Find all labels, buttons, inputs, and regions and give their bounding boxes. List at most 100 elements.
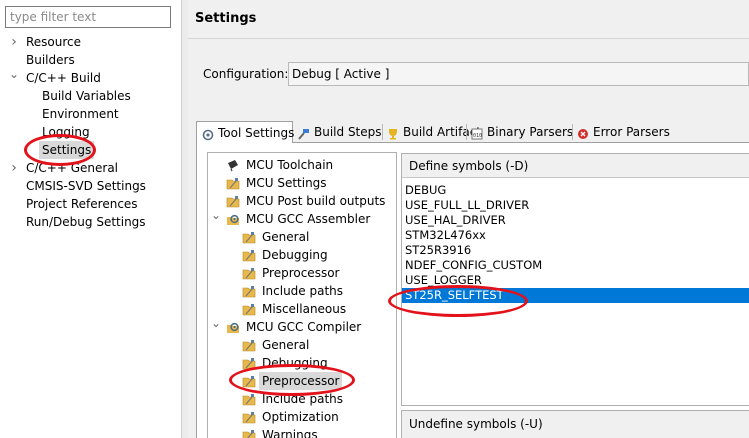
title-divider xyxy=(188,38,749,39)
tool-item-include-paths[interactable]: Include paths xyxy=(208,282,396,300)
tool-item-label: Preprocessor xyxy=(259,372,343,390)
define-symbol-item[interactable]: NDEF_CONFIG_CUSTOM xyxy=(402,258,749,273)
option-folder-icon xyxy=(242,338,256,352)
chevron-right-icon[interactable]: › xyxy=(9,33,19,51)
tool-item-label: Preprocessor xyxy=(262,266,340,280)
tool-item-preprocessor[interactable]: Preprocessor xyxy=(208,372,396,390)
nav-item-c-c-general[interactable]: › C/C++ General xyxy=(0,159,181,177)
nav-item-run-debug-settings[interactable]: Run/Debug Settings xyxy=(0,213,181,231)
tool-item-label: MCU Toolchain xyxy=(246,158,334,172)
tab-separator xyxy=(572,124,573,140)
chevron-down-icon[interactable]: ⌄ xyxy=(211,314,221,332)
option-folder-icon xyxy=(242,428,256,438)
define-symbol-item[interactable]: STM32L476xx xyxy=(402,228,749,243)
undefine-symbols-header: Undefine symbols (-U) xyxy=(401,410,749,438)
option-folder-icon xyxy=(242,392,256,406)
define-symbol-item[interactable]: USE_FULL_LL_DRIVER xyxy=(402,198,749,213)
configuration-label: Configuration: xyxy=(203,67,289,81)
configuration-select[interactable]: Debug [ Active ] xyxy=(288,62,749,86)
tool-item-optimization[interactable]: Optimization xyxy=(208,408,396,426)
define-symbol-item[interactable]: ST25R_SELFTEST xyxy=(402,288,749,303)
properties-navigation-panel: › Resource Builders ⌄ C/C++ Build Build Varia… xyxy=(0,0,181,438)
tool-item-warnings[interactable]: Warnings xyxy=(208,426,396,438)
build-steps-icon xyxy=(298,126,310,140)
tab-build-artifact[interactable]: Build Artifact xyxy=(382,121,481,143)
nav-item-label: C/C++ Build xyxy=(26,71,101,85)
define-symbol-item[interactable]: USE_LOGGER xyxy=(402,273,749,288)
build-artifact-icon xyxy=(387,126,399,140)
filter-input[interactable] xyxy=(5,6,171,28)
tool-item-label: MCU Settings xyxy=(246,176,327,190)
nav-item-resource[interactable]: › Resource xyxy=(0,33,181,51)
option-folder-icon xyxy=(242,374,256,388)
tool-item-preprocessor[interactable]: Preprocessor xyxy=(208,264,396,282)
tool-item-label: MCU GCC Compiler xyxy=(246,320,362,334)
tool-item-mcu-settings[interactable]: MCU Settings xyxy=(208,174,396,192)
tool-item-label: Include paths xyxy=(262,284,344,298)
define-symbols-list: DEBUG USE_FULL_LL_DRIVER USE_HAL_DRIVER STM… xyxy=(402,183,749,303)
tab-binary-parsers[interactable]: 010 Binary Parsers xyxy=(466,121,574,143)
tool-item-label: Debugging xyxy=(262,356,328,370)
tab-label: Binary Parsers xyxy=(487,125,574,139)
tool-item-label: MCU Post build outputs xyxy=(246,194,386,208)
tool-item-mcu-toolchain[interactable]: MCU Toolchain xyxy=(208,156,396,174)
nav-item-label: Logging xyxy=(42,125,90,139)
tab-error-parsers[interactable]: Error Parsers xyxy=(572,121,673,143)
nav-item-environment[interactable]: Environment xyxy=(0,105,181,123)
settings-tabbar: Tool Settings Build Steps Build Artifact 01… xyxy=(196,121,749,144)
option-folder-icon xyxy=(226,194,240,208)
define-symbol-item[interactable]: USE_HAL_DRIVER xyxy=(402,213,749,228)
tool-item-debugging[interactable]: Debugging xyxy=(208,354,396,372)
tool-item-mcu-gcc-assembler[interactable]: ⌄ MCU GCC Assembler xyxy=(208,208,396,228)
option-folder-icon xyxy=(242,356,256,370)
define-symbols-header: Define symbols (-D) xyxy=(402,154,749,178)
svg-text:010: 010 xyxy=(473,133,482,139)
option-folder-icon xyxy=(242,230,256,244)
option-folder-icon xyxy=(226,176,240,190)
tool-item-debugging[interactable]: Debugging xyxy=(208,246,396,264)
panel-splitter[interactable] xyxy=(181,0,188,438)
nav-item-build-variables[interactable]: Build Variables xyxy=(0,87,181,105)
error-parsers-icon xyxy=(577,126,589,139)
option-folder-icon xyxy=(242,248,256,262)
chevron-down-icon[interactable]: ⌄ xyxy=(9,65,19,83)
nav-item-label: Environment xyxy=(42,107,119,121)
tool-item-label: Miscellaneous xyxy=(262,302,347,316)
nav-item-settings[interactable]: Settings xyxy=(0,141,181,159)
binary-parsers-icon: 010 xyxy=(471,126,483,140)
nav-item-label: C/C++ General xyxy=(26,161,119,175)
tab-separator xyxy=(466,124,467,140)
chevron-down-icon[interactable]: ⌄ xyxy=(211,206,221,224)
nav-item-label: Resource xyxy=(26,35,82,49)
tool-item-general[interactable]: General xyxy=(208,336,396,354)
tool-icon xyxy=(226,320,240,334)
tab-label: Tool Settings xyxy=(218,126,295,140)
tab-separator xyxy=(382,124,383,140)
tool-settings-content: MCU Toolchain MCU Settings MCU Post build … xyxy=(196,143,749,438)
tool-icon xyxy=(226,212,240,226)
nav-item-builders[interactable]: Builders xyxy=(0,51,181,69)
define-symbol-item[interactable]: ST25R3916 xyxy=(402,243,749,258)
tool-item-include-paths[interactable]: Include paths xyxy=(208,390,396,408)
tool-item-label: Optimization xyxy=(262,410,339,424)
tool-item-mcu-gcc-compiler[interactable]: ⌄ MCU GCC Compiler xyxy=(208,316,396,336)
tool-item-label: Warnings xyxy=(262,428,318,438)
tool-item-general[interactable]: General xyxy=(208,228,396,246)
tab-label: Error Parsers xyxy=(593,125,670,139)
chevron-right-icon[interactable]: › xyxy=(9,159,19,177)
tool-item-label: Include paths xyxy=(262,392,344,406)
tool-item-miscellaneous[interactable]: Miscellaneous xyxy=(208,300,396,318)
option-folder-icon xyxy=(242,410,256,424)
nav-item-project-references[interactable]: Project References xyxy=(0,195,181,213)
tab-tool-settings[interactable]: Tool Settings xyxy=(196,121,295,144)
page-title: Settings xyxy=(195,11,257,26)
tab-build-steps[interactable]: Build Steps xyxy=(293,121,382,143)
tool-item-label: Debugging xyxy=(262,248,328,262)
define-symbol-item[interactable]: DEBUG xyxy=(402,183,749,198)
nav-item-label: Run/Debug Settings xyxy=(26,215,146,229)
nav-item-logging[interactable]: Logging xyxy=(0,123,181,141)
nav-item-c-c-build[interactable]: ⌄ C/C++ Build xyxy=(0,67,181,87)
nav-item-cmsis-svd-settings[interactable]: CMSIS-SVD Settings xyxy=(0,177,181,195)
tool-item-mcu-post-build-outputs[interactable]: MCU Post build outputs xyxy=(208,192,396,210)
option-folder-icon xyxy=(242,302,256,316)
